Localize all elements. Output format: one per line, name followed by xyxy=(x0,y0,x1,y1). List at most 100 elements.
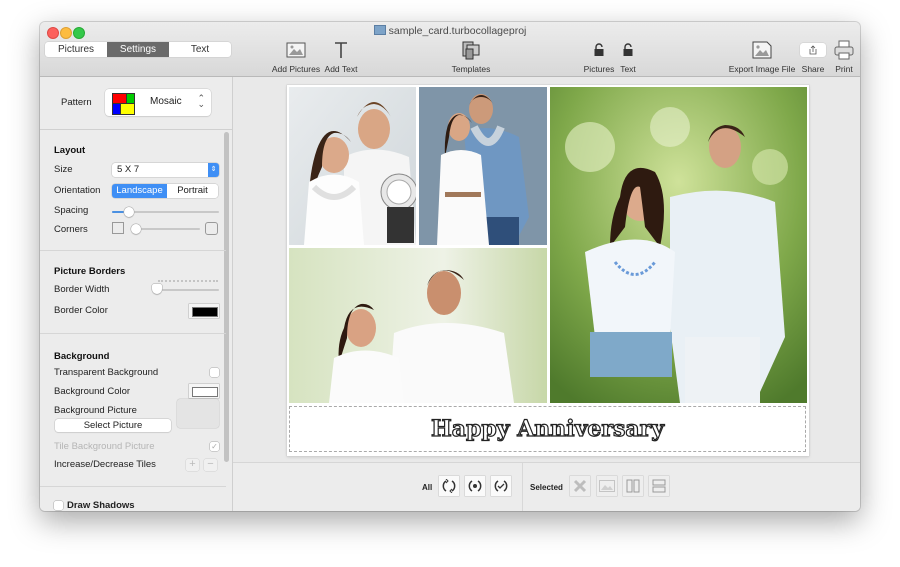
document-icon xyxy=(373,25,386,35)
add-text-button[interactable]: Add Text xyxy=(322,40,360,74)
replace-picture-button[interactable] xyxy=(597,476,617,496)
tab-text[interactable]: Text xyxy=(169,42,231,57)
pattern-value: Mosaic xyxy=(150,96,182,107)
background-picture-well[interactable] xyxy=(177,399,219,428)
transparent-background-checkbox[interactable] xyxy=(210,368,219,377)
cycle-check-icon xyxy=(494,480,508,492)
spacing-slider-knob[interactable] xyxy=(124,207,134,217)
collage-canvas-area: Happy Anniversary xyxy=(233,77,860,462)
increase-tiles-button[interactable]: + xyxy=(186,459,199,471)
tab-settings[interactable]: Settings xyxy=(107,42,169,57)
draw-shadows-checkbox[interactable] xyxy=(54,501,63,510)
pattern-row: Pattern Mosaic ⌃ ⌄ xyxy=(40,77,232,130)
divider xyxy=(40,250,226,251)
updown-chevron-icon: ⌃ ⌄ xyxy=(197,93,205,109)
slider-tick-marks xyxy=(158,280,218,285)
photo-couple-outdoor-smiling[interactable] xyxy=(289,248,547,403)
settings-sidebar: Pattern Mosaic ⌃ ⌄ Layout Size 5 X 7 ⇕ O… xyxy=(40,77,233,511)
border-width-slider-knob[interactable] xyxy=(152,284,162,294)
split-vertical-button[interactable] xyxy=(623,476,643,496)
export-image-button[interactable]: Export Image File xyxy=(728,40,796,74)
close-x-icon xyxy=(573,479,587,493)
picture-icon xyxy=(599,480,615,492)
border-color-swatch xyxy=(192,307,218,317)
templates-button[interactable]: Templates xyxy=(448,40,494,74)
print-button[interactable]: Print xyxy=(832,40,856,74)
pattern-popup[interactable]: Mosaic ⌃ ⌄ xyxy=(105,89,211,116)
orientation-segmented-control: Landscape Portrait xyxy=(112,184,218,198)
photo-couple-park-walk[interactable] xyxy=(550,87,807,403)
remove-selected-button[interactable] xyxy=(570,476,590,496)
background-picture-label: Background Picture xyxy=(54,405,137,416)
border-color-label: Border Color xyxy=(54,305,108,316)
export-image-icon xyxy=(728,40,796,60)
border-width-slider[interactable] xyxy=(152,284,219,294)
refresh-cycle-icon xyxy=(442,479,456,493)
printer-icon xyxy=(832,40,856,60)
divider xyxy=(522,463,523,511)
selected-label: Selected xyxy=(530,483,563,492)
templates-icon xyxy=(448,40,494,60)
collage-card: Happy Anniversary xyxy=(287,85,809,456)
size-popup[interactable]: 5 X 7 ⇕ xyxy=(112,163,219,177)
lock-pictures-button[interactable]: Pictures xyxy=(582,40,616,74)
split-columns-icon xyxy=(626,479,640,493)
scrollbar[interactable] xyxy=(224,132,229,462)
size-value: 5 X 7 xyxy=(117,164,140,175)
tab-pictures[interactable]: Pictures xyxy=(45,42,107,57)
share-icon xyxy=(799,40,827,60)
text-t-icon xyxy=(322,40,360,60)
border-width-label: Border Width xyxy=(54,284,110,295)
divider xyxy=(40,333,226,334)
square-corner-icon xyxy=(112,222,124,234)
split-rows-icon xyxy=(652,479,666,493)
share-button[interactable]: Share xyxy=(799,40,827,74)
fit-all-button[interactable] xyxy=(491,476,511,496)
corners-label: Corners xyxy=(54,224,88,235)
rounded-corner-icon xyxy=(205,222,218,235)
tile-background-checkbox[interactable]: ✓ xyxy=(210,442,219,451)
background-section-title: Background xyxy=(54,351,110,362)
layout-section-title: Layout xyxy=(54,145,86,156)
all-label: All xyxy=(422,483,433,492)
picture-borders-section-title: Picture Borders xyxy=(54,266,126,277)
pattern-label: Pattern xyxy=(61,97,92,108)
spacing-label: Spacing xyxy=(54,205,89,216)
spacing-slider[interactable] xyxy=(112,207,219,217)
caption-text[interactable]: Happy Anniversary xyxy=(430,415,664,442)
draw-shadows-label: Draw Shadows xyxy=(67,500,135,511)
tiles-label: Increase/Decrease Tiles xyxy=(54,459,156,470)
photo-couple-fitness[interactable] xyxy=(289,87,416,245)
orientation-label: Orientation xyxy=(54,185,101,196)
corners-slider-knob[interactable] xyxy=(131,224,141,234)
caption-text-box[interactable]: Happy Anniversary xyxy=(289,406,806,452)
app-window: sample_card.turbocollageproj Pictures Se… xyxy=(40,22,860,511)
decrease-tiles-button[interactable]: − xyxy=(204,459,217,471)
select-picture-button[interactable]: Select Picture xyxy=(55,419,171,432)
photo-couple-blue-wall[interactable] xyxy=(419,87,547,245)
picture-icon xyxy=(271,40,321,60)
bottom-action-bar: All Selected xyxy=(233,462,860,511)
divider xyxy=(40,486,226,487)
settings-scroll-area: Layout Size 5 X 7 ⇕ Orientation Landscap… xyxy=(40,130,232,511)
lock-text-button[interactable]: Text xyxy=(616,40,640,74)
add-pictures-button[interactable]: Add Pictures xyxy=(271,40,321,74)
size-label: Size xyxy=(54,164,73,175)
lock-icon xyxy=(582,40,616,60)
background-color-well[interactable] xyxy=(189,384,219,398)
tile-background-label: Tile Background Picture xyxy=(54,441,155,452)
mosaic-pattern-icon xyxy=(112,93,135,115)
toolbar: sample_card.turbocollageproj Pictures Se… xyxy=(40,22,860,77)
orientation-portrait[interactable]: Portrait xyxy=(167,184,218,198)
split-horizontal-button[interactable] xyxy=(649,476,669,496)
background-color-swatch xyxy=(192,387,218,397)
updown-chevron-icon: ⇕ xyxy=(208,163,219,177)
window-title: sample_card.turbocollageproj xyxy=(40,25,860,37)
shuffle-all-button[interactable] xyxy=(439,476,459,496)
mode-tabs: Pictures Settings Text xyxy=(45,42,231,57)
corners-slider[interactable] xyxy=(131,224,200,234)
transparent-background-label: Transparent Background xyxy=(54,367,159,378)
orientation-landscape[interactable]: Landscape xyxy=(112,184,167,198)
center-all-button[interactable] xyxy=(465,476,485,496)
border-color-well[interactable] xyxy=(189,304,219,318)
